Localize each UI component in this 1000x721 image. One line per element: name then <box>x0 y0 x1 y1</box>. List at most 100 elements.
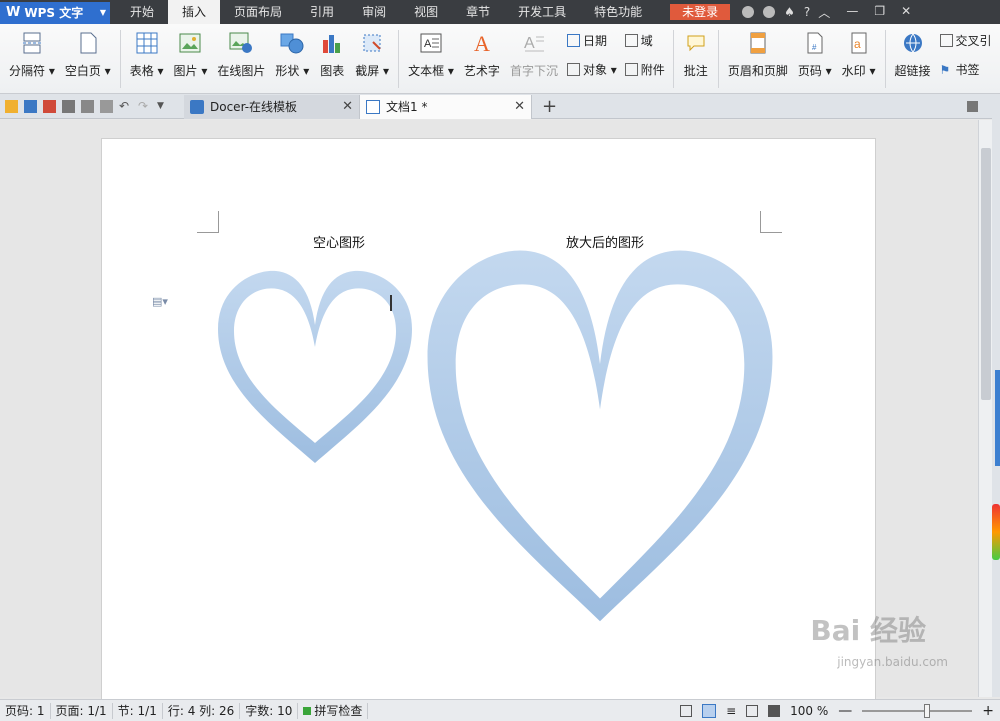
status-bar: 页码: 1 页面: 1/1 节: 1/1 行: 4 列: 26 字数: 10 拼… <box>0 699 1000 721</box>
chart-label: 图表 <box>320 64 345 78</box>
preview-icon[interactable] <box>100 99 113 113</box>
svg-text:#: # <box>812 43 817 52</box>
outline-view-icon[interactable]: ≡ <box>726 704 736 718</box>
ribbon-small-group-3: 交叉引 ⚑ 书签 <box>936 32 996 78</box>
scrollbar-thumb[interactable] <box>981 148 991 400</box>
feedback-icon[interactable] <box>742 6 755 18</box>
watermark-button[interactable]: a 水印 ▾ <box>837 30 881 79</box>
menu-tab-5[interactable]: 视图 <box>400 0 452 24</box>
status-row-col: 行: 4 列: 26 <box>163 702 241 719</box>
titlebar-tools: ♠ ? <box>742 5 810 19</box>
tab-docer[interactable]: Docer-在线模板 ✕ <box>184 94 360 119</box>
online-picture-icon <box>228 30 254 56</box>
screenshot-button[interactable]: 截屏 ▾ <box>350 30 394 79</box>
document-page[interactable]: ▤▾ 空心图形 放大后的图形 <box>101 138 876 708</box>
app-menu-button[interactable]: W WPS 文字 ▼ <box>0 1 110 24</box>
blank-page-button[interactable]: 空白页 ▾ <box>60 30 116 79</box>
print-preview-icon[interactable] <box>81 99 94 113</box>
print-icon[interactable] <box>62 99 75 113</box>
zoom-level[interactable]: 100 % <box>790 704 828 718</box>
bookmark-label: 书签 <box>955 63 980 77</box>
textbox-button[interactable]: A 文本框 ▾ <box>403 30 459 79</box>
save-icon[interactable] <box>24 99 37 113</box>
menu-tab-8[interactable]: 特色功能 <box>580 0 656 24</box>
web-view-icon[interactable] <box>746 704 759 717</box>
minimize-icon[interactable]: — <box>846 4 858 21</box>
zoom-slider[interactable] <box>862 703 973 718</box>
watermark-label: 水印 ▾ <box>841 64 876 78</box>
reading-view-icon[interactable] <box>768 704 781 717</box>
chevron-down-icon: ▼ <box>99 8 106 17</box>
field-label: 域 <box>640 34 653 48</box>
zoom-out-icon[interactable]: — <box>838 703 852 719</box>
zoom-slider-knob[interactable] <box>924 703 931 718</box>
online-picture-button[interactable]: 在线图片 <box>212 30 270 79</box>
field-button[interactable]: 域 <box>624 32 665 49</box>
menu-tab-2[interactable]: 页面布局 <box>220 0 296 24</box>
table-icon <box>134 30 160 56</box>
hyperlink-button[interactable]: 超链接 <box>890 30 936 79</box>
picture-icon <box>177 30 203 56</box>
new-tab-button[interactable]: + <box>542 96 557 117</box>
redo-icon[interactable]: ↷ <box>138 99 151 113</box>
page-number-button[interactable]: # 页码 ▾ <box>793 30 837 79</box>
crossref-button[interactable]: 交叉引 <box>939 32 992 49</box>
page-break-button[interactable]: 分隔符 ▾ <box>4 30 60 79</box>
tab-document1[interactable]: 文档1 * ✕ <box>360 94 532 119</box>
restore-icon[interactable]: ❐ <box>874 4 885 21</box>
menu-tab-1[interactable]: 插入 <box>168 0 221 24</box>
close-icon[interactable]: ✕ <box>901 4 911 21</box>
date-button[interactable]: 日期 <box>566 32 617 49</box>
undo-icon[interactable]: ↶ <box>119 99 132 113</box>
date-label: 日期 <box>582 34 607 48</box>
collapse-ribbon-icon[interactable]: ︿ <box>818 4 830 21</box>
vertical-scrollbar[interactable] <box>978 120 992 697</box>
attachment-button[interactable]: 附件 <box>624 61 665 78</box>
object-button[interactable]: 对象 ▾ <box>566 61 617 78</box>
comment-label: 批注 <box>683 64 708 78</box>
tab-list-icon[interactable] <box>967 100 978 112</box>
ribbon-small-group-1: 日期 对象 ▾ <box>563 32 621 78</box>
paragraph-layout-icon[interactable]: ▤▾ <box>152 295 168 308</box>
shapes-label: 形状 ▾ <box>275 64 310 78</box>
status-word-count[interactable]: 字数: 10 <box>240 702 299 719</box>
side-panel-toggle[interactable] <box>995 370 1000 466</box>
login-button[interactable]: 未登录 <box>670 4 731 20</box>
dropcap-button[interactable]: A 首字下沉 <box>505 30 563 79</box>
hollow-heart-small[interactable] <box>214 267 414 467</box>
shapes-button[interactable]: 形状 ▾ <box>270 30 314 79</box>
header-footer-icon <box>745 30 771 56</box>
zoom-in-icon[interactable]: + <box>982 703 994 719</box>
chart-button[interactable]: 图表 <box>314 30 350 79</box>
comment-button[interactable]: 批注 <box>678 30 714 79</box>
dropcap-icon: A <box>521 30 547 56</box>
text-cursor <box>390 295 392 311</box>
menu-tab-0[interactable]: 开始 <box>116 0 168 24</box>
page-view-icon[interactable] <box>702 703 717 718</box>
menu-tab-6[interactable]: 章节 <box>452 0 504 24</box>
fullscreen-view-icon[interactable] <box>680 704 693 717</box>
menu-tab-3[interactable]: 引用 <box>296 0 348 24</box>
tab-document1-close-icon[interactable]: ✕ <box>514 99 525 114</box>
customize-toolbar-icon[interactable]: ▼ <box>157 100 170 113</box>
wordart-button[interactable]: A 艺术字 <box>459 30 505 79</box>
bookmark-button[interactable]: ⚑ 书签 <box>940 61 992 78</box>
skin-icon[interactable]: ♠ <box>784 5 795 19</box>
tab-document1-label: 文档1 * <box>386 100 428 114</box>
help-button[interactable]: ? <box>804 5 810 19</box>
picture-button[interactable]: 图片 ▾ <box>169 30 213 79</box>
page-break-icon <box>19 30 45 56</box>
menu-tab-7[interactable]: 开发工具 <box>504 0 580 24</box>
ribbon-separator <box>119 30 121 88</box>
open-icon[interactable] <box>5 99 18 113</box>
hollow-heart-enlarged[interactable] <box>424 247 776 625</box>
sync-icon[interactable] <box>763 6 776 18</box>
export-pdf-icon[interactable] <box>43 99 56 113</box>
table-button[interactable]: 表格 ▾ <box>125 30 169 79</box>
menu-tab-4[interactable]: 审阅 <box>348 0 400 24</box>
spell-check-button[interactable]: 拼写检查 <box>298 702 369 719</box>
object-label: 对象 ▾ <box>582 63 617 77</box>
header-footer-button[interactable]: 页眉和页脚 <box>723 30 793 79</box>
status-page-code: 页码: 1 <box>0 702 51 719</box>
tab-docer-close-icon[interactable]: ✕ <box>342 99 353 114</box>
